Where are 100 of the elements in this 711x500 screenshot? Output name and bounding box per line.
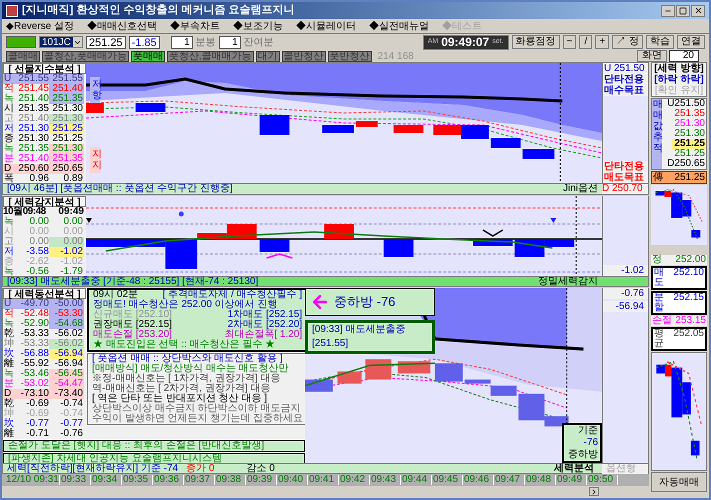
time-label: 09:33 [60,475,91,485]
time-label: 09:42 [339,475,370,485]
advice-text: [ 추격매도자제 / 매수청산필수 ] [162,290,302,300]
table-cell-text: -53.33 [20,329,49,339]
screen-field[interactable]: 20 [669,50,699,62]
tool-button[interactable]: 화룡점정 [512,35,560,49]
tool-button[interactable]: + [595,35,610,49]
table-cell-text: 251.30 [17,134,49,144]
time-label: 09:38 [215,475,246,485]
time-label: 09:37 [184,475,215,485]
table-cell-text: 251.35 [17,144,49,154]
table-cell-text: 251.35 [17,104,49,114]
lower-price: D 250.70 [602,184,648,194]
candle [136,103,166,112]
time-label: 09:43 [370,475,401,485]
table-cell-text: 0.96 [30,174,49,184]
row-label: 종 [3,257,15,267]
table-cell-text: -0.77 [25,419,49,429]
table-cell: 0.00 [49,237,84,247]
close-button[interactable] [691,4,705,16]
table-cell: 251.55 [49,74,84,84]
row-label: U [3,299,15,309]
menu-item[interactable]: ◆Reverse 설정 [6,18,74,34]
reading-label: -0.76 [603,288,648,299]
time-label: 09:46 [463,475,494,485]
table-cell-text: 251.40 [17,94,49,104]
tool-button[interactable]: 학습 [646,35,674,49]
remain-input[interactable]: 1 [218,36,241,48]
bar-input[interactable]: 1 [170,36,193,48]
menu-item[interactable]: ◆실전매뉴얼 [369,18,430,34]
panel-title: [ 세력감지분석 ] [3,196,86,207]
order-row: 평균 252.05 [651,327,707,351]
table-cell-text: 0.00 [28,237,49,247]
up-chevron-icon [266,253,293,259]
tool-button[interactable]: / [579,35,592,49]
time-label: 09:39 [246,475,277,485]
table-cell: 251.25 [49,124,84,134]
time-label: 09:44 [401,475,432,485]
table-cell: 251.35 [49,94,84,104]
guide-text: [매매방식] 매도/청산방식 매수는 매도청산만 [92,364,290,374]
tool-button[interactable]: 연결 [677,35,705,49]
order-row: 분할 252.15 [651,291,707,315]
table-cell-text: -0.71 [25,429,49,439]
row-label: 녹 [3,94,15,104]
menu-item[interactable]: ◆부속차트 [170,18,220,34]
guide-text: 수익이 발생하면 언제든지 챙기는데 집중하세요 [92,414,304,424]
candle [490,138,521,148]
table-cell: 251.40 [49,84,84,94]
table-cell-text: -0.69 [25,409,49,419]
status-label: 정밀세력감지 [538,276,599,286]
close-icon [694,6,702,15]
menu-item[interactable]: ◆보조기능 [233,18,284,34]
table-cell: -50.00 [49,299,84,309]
order-row: 정 252.00 [651,255,707,265]
maximize-button[interactable] [676,4,690,16]
row-label: 坤 [3,409,15,419]
change-count: 감소 0 [246,464,275,474]
signal-counts: 214 168 [378,50,414,64]
candle [464,380,491,384]
time-label: 09:49 [556,475,587,485]
table-cell: 250.60 [15,164,49,174]
table-cell: -73.40 [49,389,84,399]
table-cell-text: 0.00 [28,227,49,237]
code-dropdown[interactable]: 101JC [39,36,83,48]
event-box: [09:33] 매도세분출중[251.55] [305,320,435,354]
table-cell-text: -53.02 [20,379,49,389]
table-cell-text: -52.48 [20,309,49,319]
time-label: 09:50 [587,475,618,485]
table-cell: -73.10 [15,389,49,399]
guide-text: 상단박스이상 매수금지 하단박스이하 매도금지 [92,404,300,414]
menu-item[interactable]: ◆매매신호선택 [87,18,158,34]
panel-title: [ 선물지수분석 ] [3,63,86,74]
maximize-icon [679,6,687,14]
tool-button[interactable]: ~ [562,35,576,49]
row-label: 녹 [3,217,15,227]
candle [433,125,462,135]
table-cell-text: -0.74 [59,399,84,409]
advice-text: 매도손절 [253.20] [93,330,172,340]
advice-text: 정매도! 매수청산은 252.00 이상에서 진행 [93,300,278,310]
down-triangle-icon [550,218,556,223]
time-label: 09:41 [308,475,339,485]
row-label: 적 [3,309,15,319]
order-row: 매도 252.10 [651,266,707,290]
row-label: 乾 [3,329,15,339]
table-cell-text: -53.33 [20,339,49,349]
table-cell-text: 251.30 [51,104,84,114]
support-label: 지지 [90,147,100,173]
signal-button[interactable]: 풋매매 [130,50,165,62]
auto-trade-button[interactable]: 자동매매 [651,472,707,492]
tool-button[interactable]: ↗ 정 [612,35,643,49]
buy-target-note: 단타전용 매수목표 [603,74,648,96]
minimize-button[interactable] [661,4,675,16]
menu-item[interactable]: ◆시뮬레이터 [296,18,356,34]
scroll-right-button[interactable] [589,487,599,496]
window-title: [지니매직] 환상적인 수익창출의 메커니즘 요술램프지니 [22,5,295,16]
resistance-label: 저항 [90,77,100,103]
candle [324,224,354,239]
track-value: 251.30 [674,119,705,129]
header-cell-text: 10월09:48 [3,207,46,217]
row-label: 고 [3,237,15,247]
